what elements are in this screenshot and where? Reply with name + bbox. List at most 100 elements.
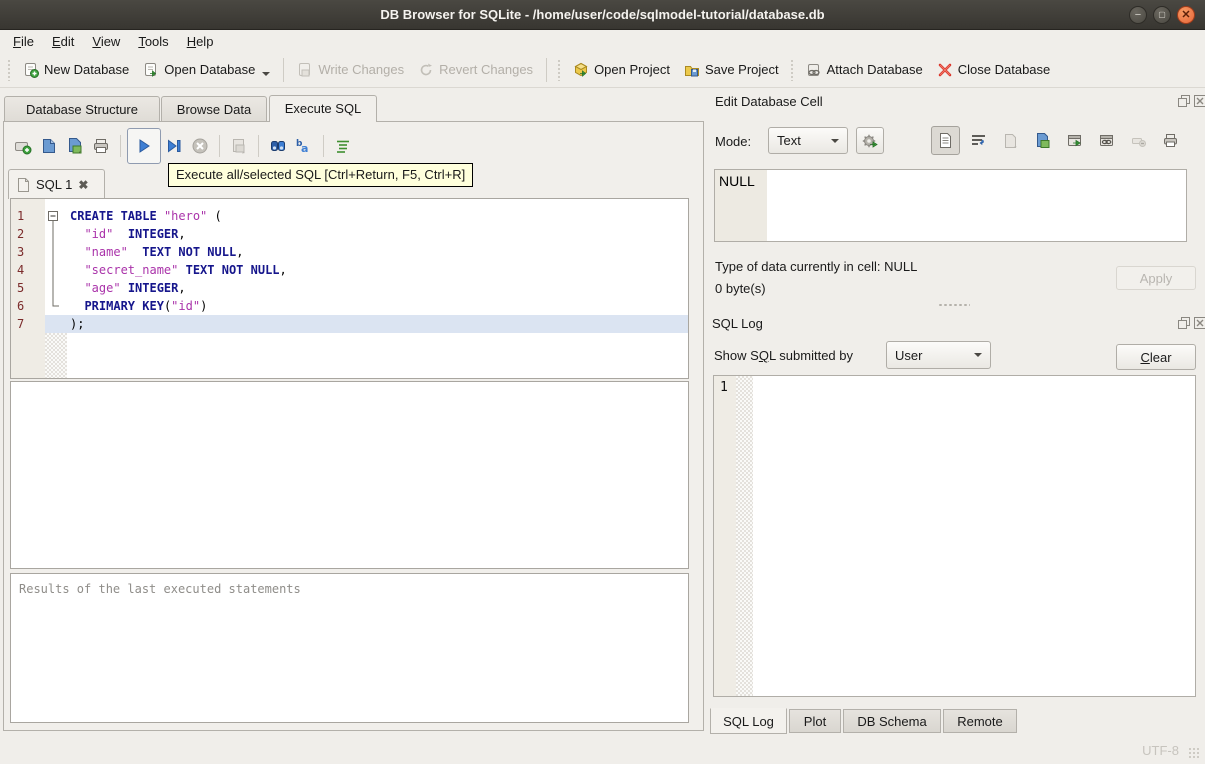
format-sql-icon	[337, 140, 349, 153]
open-project-label: Open Project	[594, 62, 670, 77]
close-button[interactable]: ✕	[1177, 6, 1195, 24]
close-database-label: Close Database	[957, 62, 1051, 77]
open-sql-file-button[interactable]	[36, 133, 62, 159]
code-line-4[interactable]: 4 "secret_name" TEXT NOT NULL,	[11, 261, 688, 279]
autocomplete-button[interactable]: b a	[291, 133, 317, 159]
menu-file[interactable]: File	[4, 32, 43, 51]
code-text: );	[67, 315, 688, 333]
menu-view[interactable]: View	[83, 32, 129, 51]
code-line-2[interactable]: 2 "id" INTEGER,	[11, 225, 688, 243]
set-null-button[interactable]	[1124, 126, 1153, 155]
write-changes-label: Write Changes	[318, 62, 405, 77]
print-sql-button[interactable]	[88, 133, 114, 159]
south-tab-db-schema[interactable]: DB Schema	[843, 709, 941, 733]
line-number: 2	[17, 227, 25, 241]
external-app-button[interactable]	[1060, 126, 1089, 155]
toolbar-grip[interactable]	[557, 58, 563, 81]
menu-help[interactable]: Help	[178, 32, 223, 51]
text-view-icon	[940, 133, 951, 148]
stop-button[interactable]	[187, 133, 213, 159]
dock-splitter[interactable]	[938, 303, 970, 307]
float-dock-button[interactable]	[1178, 317, 1190, 332]
code-text: "id" INTEGER,	[84, 227, 186, 241]
save-sql-file-button[interactable]	[62, 133, 88, 159]
mode-label: Mode:	[715, 134, 752, 149]
maximize-icon: ▢	[1158, 10, 1166, 19]
open-database-button[interactable]: Open Database	[136, 57, 277, 83]
maximize-button[interactable]: ▢	[1153, 6, 1171, 24]
stop-icon	[192, 138, 208, 154]
float-dock-button[interactable]	[1178, 95, 1190, 110]
attach-database-icon	[807, 63, 820, 76]
execute-line-button[interactable]	[161, 133, 187, 159]
code-line-3[interactable]: 3 "name" TEXT NOT NULL,	[11, 243, 688, 261]
south-tab-plot[interactable]: Plot	[789, 709, 841, 733]
encoding-indicator[interactable]: UTF-8	[1142, 743, 1179, 758]
new-tab-button[interactable]	[10, 133, 36, 159]
copy-link-button[interactable]	[1092, 126, 1121, 155]
south-tab-remote[interactable]: Remote	[943, 709, 1017, 733]
export-file-button[interactable]	[1028, 126, 1057, 155]
text-view-button[interactable]	[931, 126, 960, 155]
close-database-button[interactable]: Close Database	[930, 57, 1058, 83]
toolbar-grip[interactable]	[7, 58, 12, 81]
close-dock-button[interactable]	[1194, 317, 1205, 332]
sql-document-tab[interactable]: SQL 1 ✖	[8, 169, 105, 199]
sql-log-editor[interactable]: 1	[713, 375, 1196, 697]
sql-toolbar-separator	[219, 135, 220, 157]
open-project-button[interactable]: Open Project	[566, 57, 677, 83]
fold-marker-icon	[45, 225, 67, 243]
tab-database-structure[interactable]: Database Structure	[4, 96, 160, 122]
format-sql-button[interactable]	[330, 133, 356, 159]
code-line-1[interactable]: 1 CREATE TABLE "hero" (	[11, 207, 688, 225]
status-bar: UTF-8	[0, 731, 1205, 764]
new-database-button[interactable]: New Database	[16, 57, 136, 83]
code-text: "secret_name" TEXT NOT NULL,	[84, 263, 287, 277]
tab-browse-data[interactable]: Browse Data	[161, 96, 267, 122]
revert-changes-button[interactable]: Revert Changes	[411, 57, 540, 83]
close-dock-button[interactable]	[1194, 95, 1205, 110]
word-wrap-button[interactable]	[964, 126, 993, 155]
toolbar-grip[interactable]	[789, 58, 795, 81]
float-dock-icon	[1178, 317, 1190, 329]
menu-tools[interactable]: Tools	[129, 32, 177, 51]
apply-import-button[interactable]	[856, 127, 884, 154]
set-null-icon	[1132, 138, 1146, 147]
log-filter-value: User	[895, 347, 923, 363]
print-cell-button[interactable]	[1156, 126, 1185, 155]
tab-execute-sql[interactable]: Execute SQL	[269, 95, 377, 122]
resize-grip-icon[interactable]	[1188, 747, 1201, 760]
code-line-5[interactable]: 5 "age" INTEGER,	[11, 279, 688, 297]
import-file-icon	[1005, 134, 1017, 148]
minimize-button[interactable]: −	[1129, 6, 1147, 24]
south-tab-sql-log[interactable]: SQL Log	[710, 708, 787, 734]
line-number: 7	[17, 317, 25, 331]
results-grid-pane[interactable]	[10, 381, 689, 569]
execute-all-button[interactable]	[127, 128, 161, 164]
edit-cell-title: Edit Database Cell	[715, 94, 823, 109]
save-results-icon	[233, 139, 245, 154]
save-project-button[interactable]: Save Project	[677, 57, 786, 83]
title-bar[interactable]: DB Browser for SQLite - /home/user/code/…	[0, 0, 1205, 30]
save-results-button[interactable]	[226, 133, 252, 159]
menu-edit[interactable]: Edit	[43, 32, 83, 51]
log-filter-combobox[interactable]: User	[886, 341, 991, 369]
cell-value-editor[interactable]: NULL	[714, 169, 1187, 242]
import-file-button[interactable]	[996, 126, 1025, 155]
close-sql-tab-icon[interactable]: ✖	[78, 178, 88, 192]
find-replace-button[interactable]	[265, 133, 291, 159]
attach-database-button[interactable]: Attach Database	[799, 57, 930, 83]
write-changes-button[interactable]: Write Changes	[290, 57, 411, 83]
code-line-6[interactable]: 6 PRIMARY KEY("id")	[11, 297, 688, 315]
fold-marker-icon[interactable]	[45, 207, 67, 225]
export-file-icon	[1037, 133, 1050, 148]
mode-combobox[interactable]: Text	[768, 127, 848, 154]
sql-code-editor[interactable]: 1 CREATE TABLE "hero" (2 "id" INTEGER, 3 "…	[10, 198, 689, 379]
apply-button[interactable]: Apply	[1116, 266, 1196, 290]
results-message-pane[interactable]: Results of the last executed statements	[10, 573, 689, 723]
code-line-7[interactable]: 7);	[11, 315, 688, 333]
line-number: 1	[17, 209, 25, 223]
clear-log-button[interactable]: Clear	[1116, 344, 1196, 370]
open-database-dropdown-icon[interactable]	[262, 71, 271, 76]
toolbar-separator	[546, 57, 548, 82]
